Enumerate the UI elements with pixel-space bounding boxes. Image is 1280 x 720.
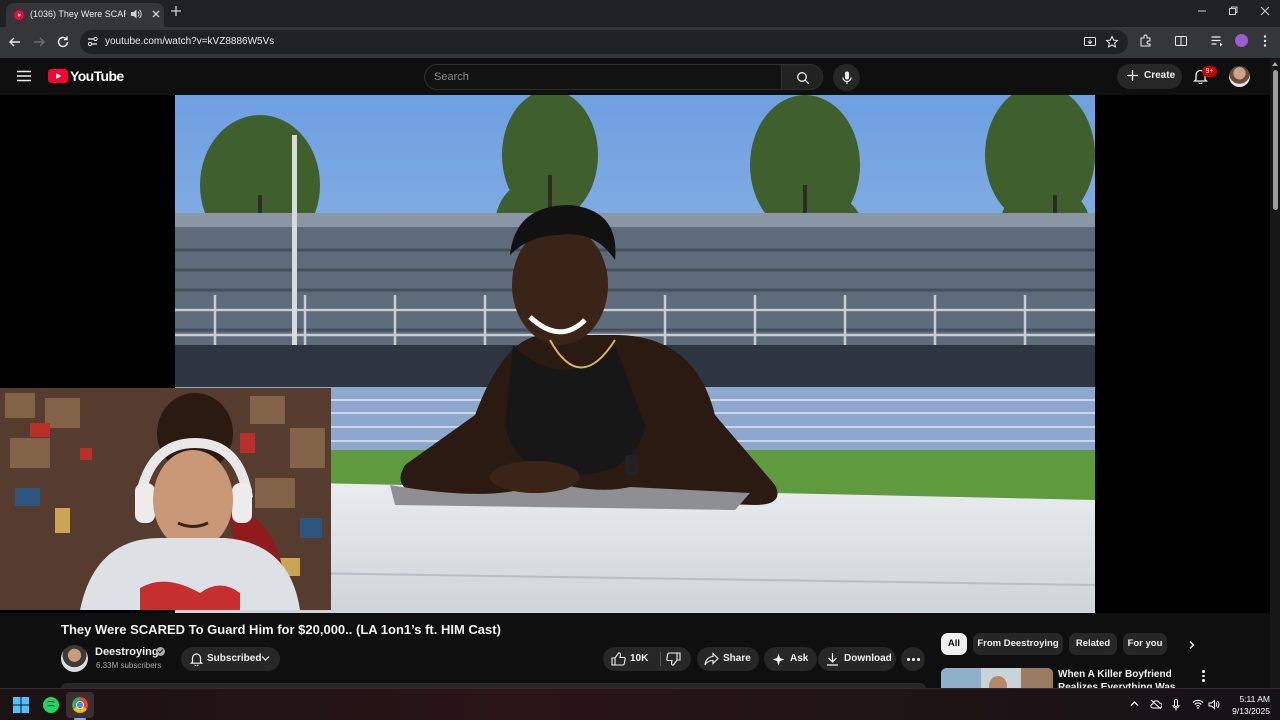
tab-title: (1036) They Were SCARED <box>30 9 126 19</box>
spotify-icon[interactable] <box>43 697 59 713</box>
cloud-offline-icon[interactable] <box>1150 699 1162 710</box>
clock-time[interactable]: 5:11 AM <box>1232 694 1270 704</box>
plus-icon <box>1127 70 1138 81</box>
forward-icon[interactable] <box>32 35 46 49</box>
search-button[interactable] <box>781 64 823 90</box>
video-title: They Were SCARED To Guard Him for $20,00… <box>61 622 501 637</box>
browser-tab-strip: (1036) They Were SCARED <box>0 0 1280 27</box>
like-dislike-group: 10K <box>603 647 691 671</box>
subscriber-count: 6.33M subscribers <box>96 661 162 670</box>
new-tab-icon[interactable] <box>170 5 182 17</box>
notification-badge: 9+ <box>1202 66 1217 77</box>
bell-icon <box>190 653 203 666</box>
browser-toolbar: youtube.com/watch?v=kVZ8886W5Vs <box>0 27 1280 58</box>
account-avatar[interactable] <box>1229 66 1250 87</box>
webcam-overlay <box>0 388 331 610</box>
voice-search-button[interactable] <box>833 64 860 91</box>
profile-icon[interactable] <box>1235 34 1248 47</box>
chip-from-channel[interactable]: From Deestroying <box>973 633 1063 655</box>
windows-taskbar: 5:11 AM 9/13/2025 <box>0 688 1280 720</box>
more-dot-icon <box>907 658 910 661</box>
close-window-icon[interactable] <box>1260 6 1270 16</box>
chevron-down-icon <box>261 656 270 661</box>
like-thumb-up-icon[interactable] <box>611 652 626 666</box>
reload-icon[interactable] <box>56 35 70 49</box>
youtube-header: YouTube Search Create 9+ <box>0 58 1270 95</box>
audio-playing-icon[interactable] <box>130 8 142 20</box>
back-icon[interactable] <box>8 35 22 49</box>
restore-icon[interactable] <box>1228 6 1238 16</box>
bookmark-star-icon[interactable] <box>1105 35 1119 49</box>
verified-badge-icon <box>156 647 165 656</box>
close-tab-icon[interactable] <box>150 8 162 20</box>
subscribed-button[interactable]: Subscribed <box>181 647 280 671</box>
scroll-up-arrow-icon[interactable] <box>1272 62 1278 66</box>
ask-label: Ask <box>790 653 809 664</box>
hamburger-menu-icon[interactable] <box>17 70 31 82</box>
download-icon <box>827 653 838 666</box>
share-label: Share <box>723 653 751 664</box>
search-input[interactable]: Search <box>434 71 469 83</box>
chrome-icon <box>72 697 88 713</box>
dislike-thumb-down-icon[interactable] <box>666 652 681 666</box>
channel-avatar[interactable] <box>61 645 88 672</box>
channel-name[interactable]: Deestroying <box>95 646 159 658</box>
chevron-right-icon[interactable] <box>1187 640 1197 650</box>
browser-menu-icon[interactable] <box>1260 34 1270 48</box>
browser-tab[interactable]: (1036) They Were SCARED <box>6 3 164 27</box>
minimize-icon[interactable] <box>1197 6 1207 16</box>
more-dot-icon <box>912 658 915 661</box>
create-button[interactable]: Create <box>1117 64 1182 89</box>
chip-all[interactable]: All <box>941 633 967 655</box>
more-dot-icon <box>917 658 920 661</box>
youtube-favicon-icon <box>14 10 24 20</box>
like-divider <box>660 652 661 666</box>
wifi-icon[interactable] <box>1192 699 1204 709</box>
scroll-thumb[interactable] <box>1273 70 1278 210</box>
clock-date[interactable]: 9/13/2025 <box>1222 706 1270 716</box>
more-actions-button[interactable] <box>901 647 925 671</box>
extensions-icon[interactable] <box>1139 34 1153 48</box>
windows-start-icon[interactable] <box>13 697 29 713</box>
chip-related[interactable]: Related <box>1069 633 1117 655</box>
download-button[interactable]: Download <box>818 647 896 671</box>
microphone-icon <box>842 71 852 84</box>
download-label: Download <box>844 653 892 664</box>
youtube-logo-text[interactable]: YouTube <box>70 68 124 84</box>
chip-for-you[interactable]: For you <box>1123 633 1167 655</box>
create-label: Create <box>1144 70 1176 81</box>
address-bar[interactable]: youtube.com/watch?v=kVZ8886W5Vs <box>80 30 1128 54</box>
url-text[interactable]: youtube.com/watch?v=kVZ8886W5Vs <box>105 36 274 47</box>
site-info-icon[interactable] <box>86 35 99 48</box>
ask-button[interactable]: Ask <box>764 647 817 671</box>
sparkle-icon <box>772 653 785 666</box>
webcam-image <box>0 388 331 610</box>
split-view-icon[interactable] <box>1174 34 1188 48</box>
chevron-up-icon[interactable] <box>1130 699 1139 708</box>
chrome-taskbar-button[interactable] <box>66 692 94 718</box>
microphone-tray-icon[interactable] <box>1172 699 1180 711</box>
recommended-video-title[interactable]: When A Killer Boyfriend Realizes Everyth… <box>1058 668 1180 690</box>
subscribed-label: Subscribed <box>207 653 262 664</box>
recommended-menu-icon[interactable] <box>1202 670 1205 684</box>
volume-icon[interactable] <box>1208 699 1220 710</box>
search-box[interactable]: Search <box>424 64 782 90</box>
like-count[interactable]: 10K <box>630 653 648 664</box>
search-icon <box>797 72 810 85</box>
media-control-icon[interactable] <box>1210 34 1224 48</box>
share-button[interactable]: Share <box>697 647 759 671</box>
youtube-logo-icon[interactable] <box>48 69 68 83</box>
share-arrow-icon <box>704 652 719 666</box>
page-scrollbar[interactable] <box>1270 58 1280 688</box>
install-app-icon[interactable] <box>1083 35 1097 49</box>
